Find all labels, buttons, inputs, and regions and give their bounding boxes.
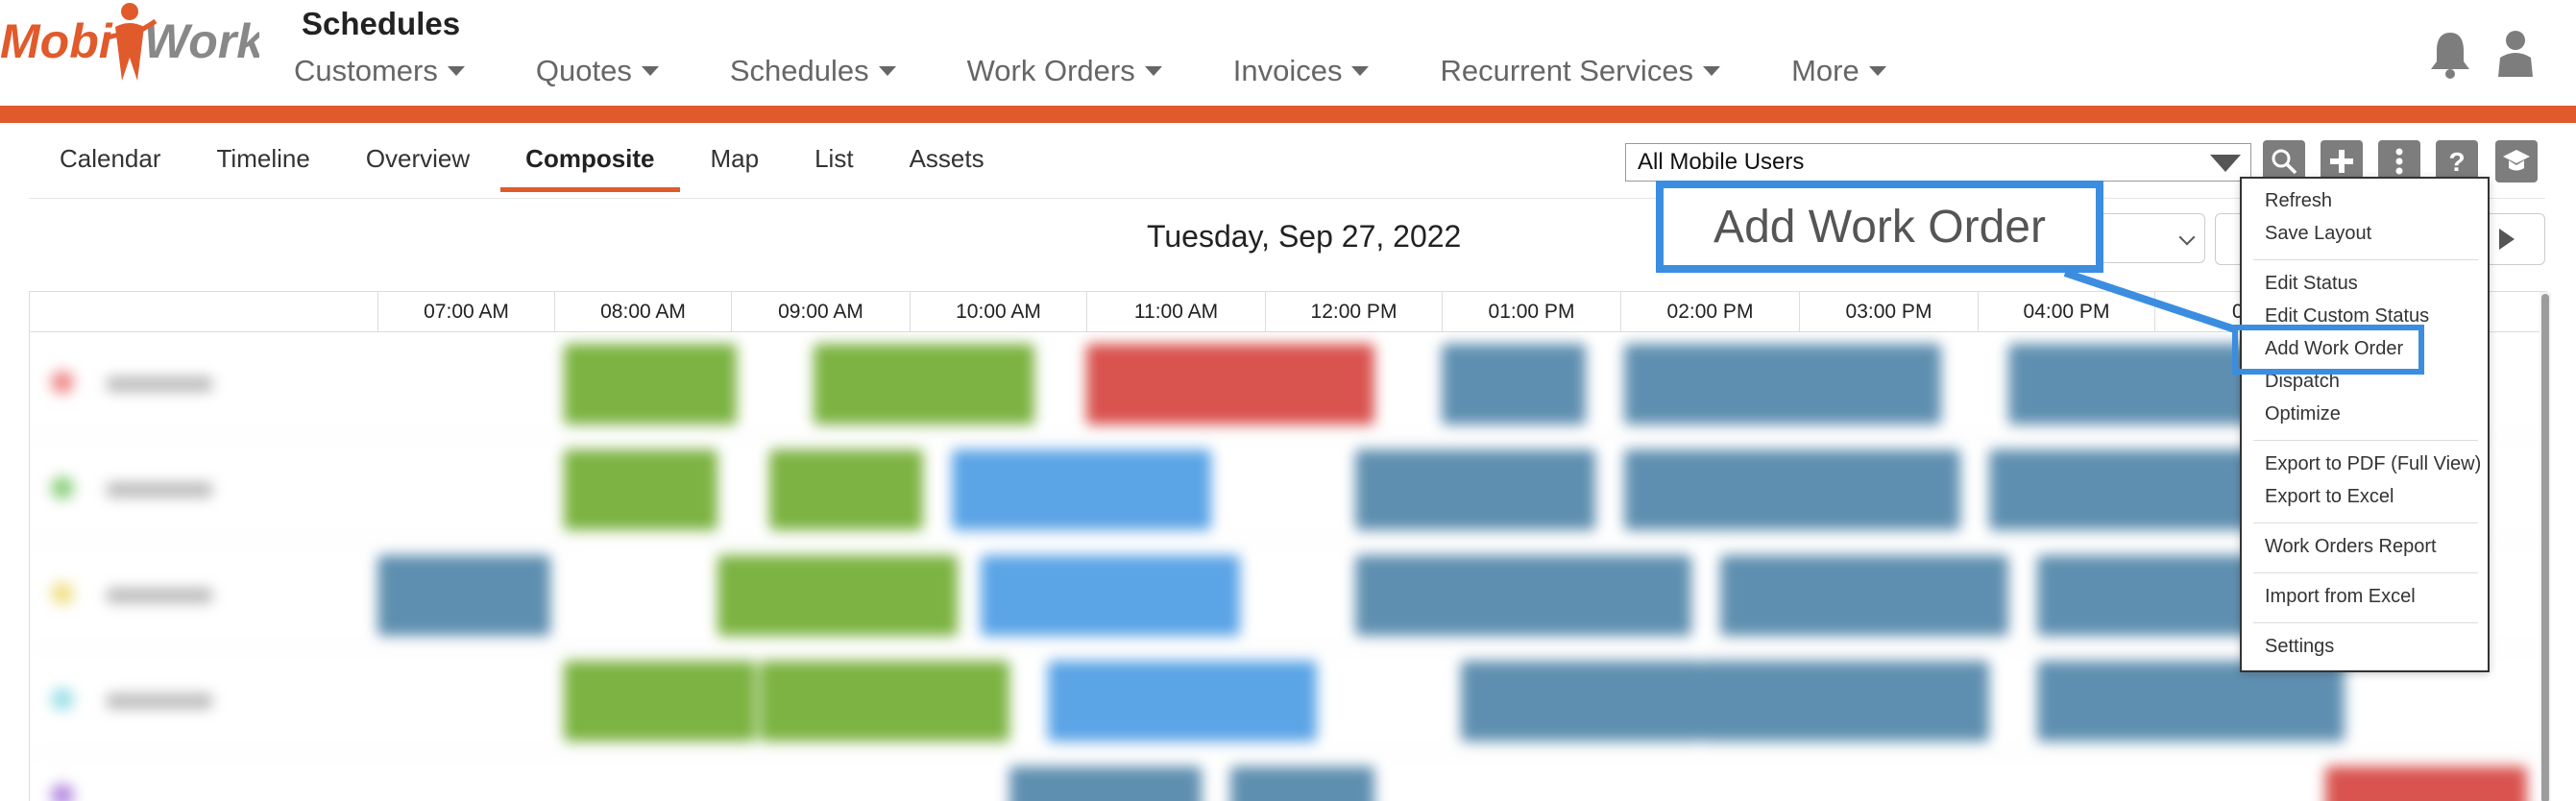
add-work-order-callout: Add Work Order [1656,181,2103,273]
callout-connector [2063,269,2240,334]
page: { "app": { "logo_text": "MobiWork", "sec… [0,0,2576,801]
